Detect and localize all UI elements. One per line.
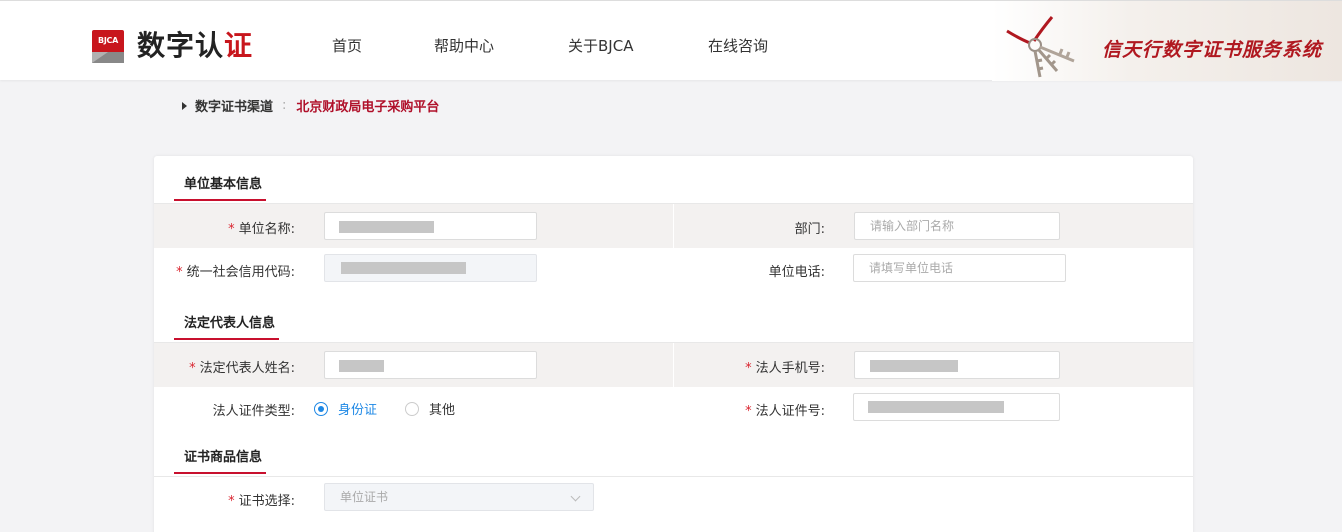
bjca-logo[interactable]: BJCA 数字认证 — [92, 28, 253, 64]
id-number-label: * 法人证件号: — [745, 404, 825, 419]
id-type-radio-group: 身份证 其他 — [314, 399, 455, 418]
logo-badge-text: BJCA — [92, 29, 124, 52]
credit-code-input[interactable] — [324, 254, 537, 282]
nav-about-bjca[interactable]: 关于BJCA — [568, 35, 633, 56]
application-form: 单位基本信息 * 单位名称: 部门: 请输入部门名称 * 统一社会信用代码: 单位电… — [154, 156, 1193, 532]
unit-name-label: * 单位名称: — [228, 222, 295, 237]
redacted-value — [339, 360, 384, 372]
cert-select-label: * 证书选择: — [228, 494, 295, 509]
breadcrumb-label: 数字证书渠道 — [195, 100, 274, 115]
breadcrumb-channel: 北京财政局电子采购平台 — [296, 100, 440, 115]
credit-code-label: * 统一社会信用代码: — [176, 265, 295, 280]
radio-id-card[interactable] — [314, 401, 328, 416]
section-title-product: 证书商品信息 — [174, 446, 267, 474]
row-credit-code: * 统一社会信用代码: 单位电话: 请填写单位电话 — [154, 248, 1193, 292]
redacted-value — [341, 262, 466, 274]
logo-title: 数字认证 — [137, 29, 254, 62]
department-input[interactable]: 请输入部门名称 — [854, 212, 1060, 240]
legal-mobile-label: * 法人手机号: — [745, 361, 825, 376]
breadcrumb-separator: : — [282, 98, 287, 113]
nav-help-center[interactable]: 帮助中心 — [434, 35, 494, 56]
legal-name-label: * 法定代表人姓名: — [189, 361, 295, 376]
breadcrumb: 数字证书渠道 : 北京财政局电子采购平台 — [182, 96, 439, 115]
redacted-value — [868, 401, 1004, 413]
legal-mobile-input[interactable] — [854, 351, 1060, 379]
row-cert-select: * 证书选择: 单位证书 — [154, 477, 1193, 521]
section-title-unit: 单位基本信息 — [174, 173, 267, 201]
legal-name-input[interactable] — [324, 351, 537, 379]
cert-select-dropdown[interactable]: 单位证书 — [324, 483, 594, 511]
section-title-legal: 法定代表人信息 — [174, 312, 280, 340]
unit-phone-input[interactable]: 请填写单位电话 — [853, 254, 1066, 282]
department-label: 部门: — [794, 222, 825, 237]
bjca-logo-icon: BJCA — [92, 29, 124, 63]
id-number-input[interactable] — [853, 393, 1060, 421]
radio-other[interactable] — [405, 401, 420, 416]
top-header: BJCA 数字认证 首页 帮助中心 关于BJCA 在线咨询 信天行数字证书服务系… — [0, 0, 1342, 81]
radio-other-label[interactable]: 其他 — [429, 399, 455, 418]
header-banner: 信天行数字证书服务系统 — [992, 1, 1342, 81]
redacted-value — [870, 360, 958, 372]
id-type-label: 法人证件类型: — [212, 404, 295, 419]
row-unit-name: * 单位名称: 部门: 请输入部门名称 — [154, 204, 1193, 248]
caret-right-icon — [182, 101, 187, 110]
nav-online-consult[interactable]: 在线咨询 — [708, 35, 768, 56]
row-legal-name: * 法定代表人姓名: * 法人手机号: — [154, 343, 1193, 387]
keys-icon — [1006, 16, 1075, 78]
redacted-value — [339, 221, 434, 233]
row-id-type: 法人证件类型: 身份证 其他 * 法人证件号: — [154, 387, 1193, 431]
radio-id-card-label[interactable]: 身份证 — [338, 399, 377, 418]
cert-select-value: 单位证书 — [340, 490, 389, 504]
system-slogan: 信天行数字证书服务系统 — [1101, 39, 1322, 61]
unit-phone-label: 单位电话: — [768, 265, 825, 280]
chevron-down-icon — [570, 491, 581, 502]
nav-home[interactable]: 首页 — [332, 35, 362, 56]
unit-name-input[interactable] — [324, 212, 537, 240]
